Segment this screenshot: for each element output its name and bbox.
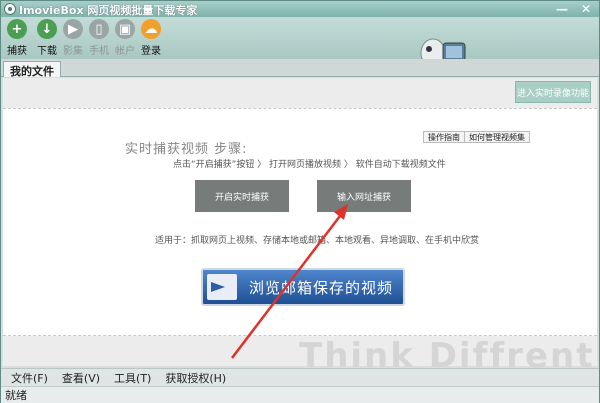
download-icon: ↓ xyxy=(37,19,57,39)
steps-description: 点击“开启捕获”按钮 〉 打开网页播放视频 〉 软件自动下载视频文件 xyxy=(173,160,446,170)
download-tool-button[interactable]: ↓ 下载 xyxy=(35,19,59,57)
window-title: ImovieBox 网页视频批量下载专家 xyxy=(19,4,198,17)
steps-title: 实时捕获视频 步骤: xyxy=(125,142,248,157)
account-tool-button[interactable]: ▣ 帐户 xyxy=(113,19,137,57)
window-controls: — ✕ xyxy=(555,1,593,17)
login-label: 登录 xyxy=(141,46,161,57)
album-tool-button[interactable]: ▶ 影集 xyxy=(61,19,85,57)
close-button[interactable]: ✕ xyxy=(579,2,593,16)
lock-icon: ▣ xyxy=(115,19,135,39)
cloud-icon: ☁ xyxy=(141,19,161,39)
tab-my-files[interactable]: 我的文件 xyxy=(3,61,61,78)
plus-icon: + xyxy=(7,19,27,39)
app-window: ImovieBox 网页视频批量下载专家 — ✕ + 捕获 ↓ 下载 ▶ 影集 … xyxy=(0,0,600,403)
status-text: 就绪 xyxy=(5,389,27,402)
phone-icon: ▯ xyxy=(89,19,109,39)
menu-bar: 文件(F) 查看(V) 工具(T) 获取授权(H) xyxy=(1,368,599,386)
film-icon xyxy=(207,274,237,300)
manage-albums-button[interactable]: 如何管理视频集 xyxy=(464,131,530,143)
toolbar: + 捕获 ↓ 下载 ▶ 影集 ▯ 手机 ▣ 帐户 ☁ 登录 xyxy=(1,17,599,75)
minimize-button[interactable]: — xyxy=(555,2,569,16)
menu-view[interactable]: 查看(V) xyxy=(62,370,100,386)
capture-label: 捕获 xyxy=(7,46,27,57)
menu-get-license[interactable]: 获取授权(H) xyxy=(165,370,226,386)
play-icon: ▶ xyxy=(63,19,83,39)
start-capture-button[interactable]: 开启实时捕获 xyxy=(195,180,289,212)
status-bar: 就绪 xyxy=(1,386,599,403)
phone-tool-button[interactable]: ▯ 手机 xyxy=(87,19,111,57)
usage-text: 适用于：抓取网页上视频、存储本地或邮箱、本地观看、异地调取、在手机中欣赏 xyxy=(155,236,480,246)
browse-button-label: 浏览邮箱保存的视频 xyxy=(249,278,394,297)
menu-tools[interactable]: 工具(T) xyxy=(114,370,151,386)
title-bar: ImovieBox 网页视频批量下载专家 — ✕ xyxy=(1,1,599,17)
menu-file[interactable]: 文件(F) xyxy=(11,370,48,386)
main-panel: 进入实时录像功能 实时捕获视频 步骤: 操作指南 如何管理视频集 点击“开启捕获… xyxy=(3,78,597,376)
capture-tool-button[interactable]: + 捕获 xyxy=(5,19,29,57)
login-tool-button[interactable]: ☁ 登录 xyxy=(139,19,163,57)
app-logo-icon xyxy=(4,3,16,15)
realtime-recording-button[interactable]: 进入实时录像功能 xyxy=(515,81,591,103)
url-capture-button[interactable]: 输入网址捕获 xyxy=(317,180,411,212)
tab-strip: 我的文件 xyxy=(1,59,599,78)
guide-button[interactable]: 操作指南 xyxy=(423,131,465,143)
browse-mailbox-videos-button[interactable]: 浏览邮箱保存的视频 xyxy=(201,268,405,306)
